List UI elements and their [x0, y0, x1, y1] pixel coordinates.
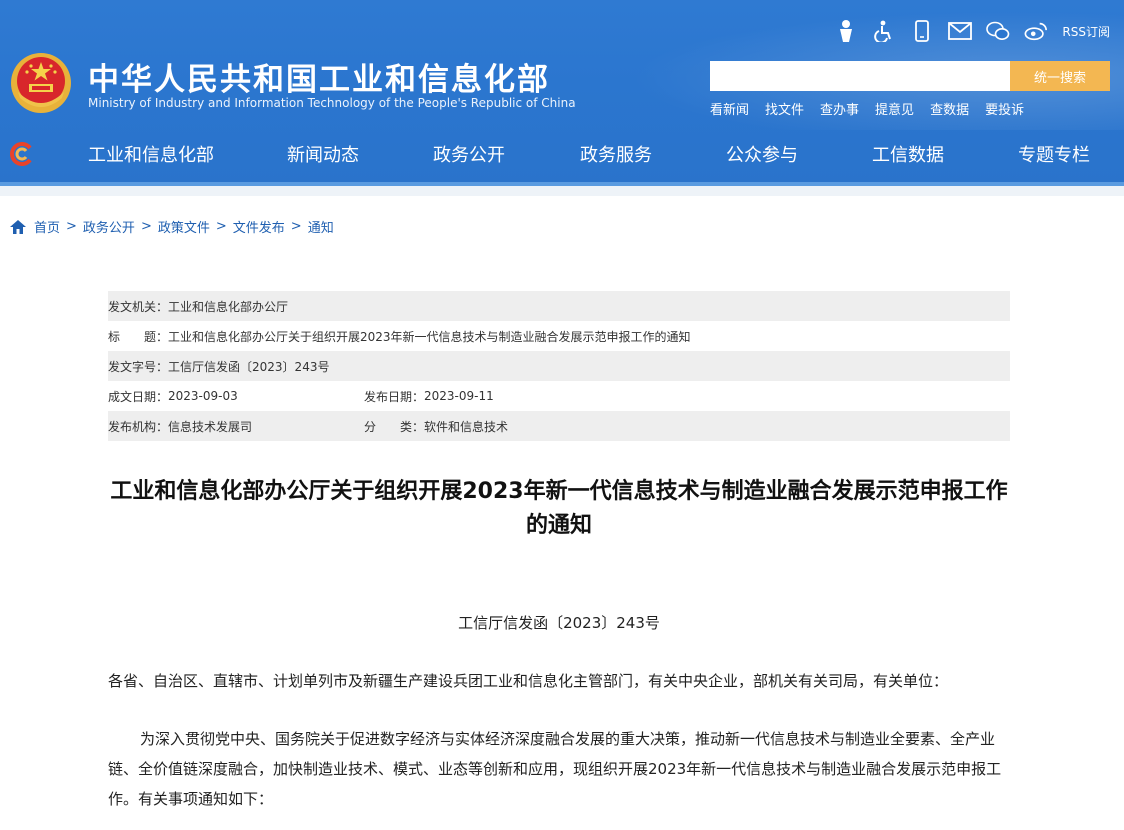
- breadcrumb-notice[interactable]: 通知: [308, 217, 334, 236]
- title-label: 标 题：: [108, 329, 169, 344]
- breadcrumb-separator: >: [290, 219, 302, 234]
- nav-item-gov-services[interactable]: 政务服务: [580, 141, 652, 167]
- pubdate-cell: 发布日期： 2023-09-11: [364, 388, 494, 405]
- nav-item-special[interactable]: 专题专栏: [1018, 141, 1090, 167]
- search-input[interactable]: [710, 61, 1010, 91]
- org-label: 发布机构：: [108, 419, 169, 434]
- docno-value: 工信厅信发函〔2023〕243号: [168, 359, 330, 374]
- main-nav: 工业和信息化部 新闻动态 政务公开 政务服务 公众参与 工信数据 专题专栏: [0, 124, 1124, 182]
- org-cell: 发布机构： 信息技术发展司: [108, 418, 364, 435]
- search-button[interactable]: 统一搜索: [1010, 61, 1110, 91]
- article-title: 工业和信息化部办公厅关于组织开展2023年新一代信息技术与制造业融合发展示范申报…: [110, 479, 1008, 538]
- article-addressee: 各省、自治区、直辖市、计划单列市及新疆生产建设兵团工业和信息化主管部门，有关中央…: [108, 672, 949, 690]
- breadcrumb-policy[interactable]: 政策文件: [158, 217, 210, 236]
- docno-label: 发文字号：: [108, 359, 169, 374]
- breadcrumb-gov-affairs[interactable]: 政务公开: [83, 217, 135, 236]
- date-label: 成文日期：: [108, 389, 169, 404]
- category-cell: 分 类： 软件和信息技术: [364, 418, 508, 435]
- date-value: 2023-09-03: [168, 389, 238, 403]
- breadcrumb-home[interactable]: 首页: [34, 217, 60, 236]
- weibo-icon[interactable]: [1024, 18, 1048, 44]
- rss-link[interactable]: RSS订阅: [1062, 23, 1110, 40]
- mail-icon[interactable]: [948, 18, 973, 44]
- quick-link-services[interactable]: 查办事: [820, 99, 859, 118]
- info-row-issuer: 发文机关： 工业和信息化部办公厅: [108, 291, 1010, 321]
- nav-item-gov-affairs[interactable]: 政务公开: [433, 141, 505, 167]
- site-title: 中华人民共和国工业和信息化部: [88, 62, 550, 98]
- toolbar: RSS订阅: [834, 18, 1110, 44]
- elder-mode-icon[interactable]: [834, 18, 858, 44]
- wechat-icon[interactable]: [986, 18, 1010, 44]
- pubdate-value: 2023-09-11: [424, 389, 494, 403]
- site-subtitle: Ministry of Industry and Information Tec…: [88, 96, 576, 110]
- article-paragraph: 为深入贯彻党中央、国务院关于促进数字经济与实体经济深度融合发展的重大决策，推动新…: [108, 730, 1002, 808]
- info-row-docno: 发文字号： 工信厅信发函〔2023〕243号: [108, 351, 1010, 381]
- nav-item-ministry[interactable]: 工业和信息化部: [88, 141, 214, 167]
- nav-item-participation[interactable]: 公众参与: [726, 141, 798, 167]
- issuer-label: 发文机关：: [108, 299, 169, 314]
- site-header: 中华人民共和国工业和信息化部 Ministry of Industry and …: [0, 0, 1124, 186]
- info-row-title: 标 题： 工业和信息化部办公厅关于组织开展2023年新一代信息技术与制造业融合发…: [108, 321, 1010, 351]
- home-icon: [10, 219, 26, 234]
- date-cell: 成文日期： 2023-09-03: [108, 388, 364, 405]
- accessibility-icon[interactable]: [872, 18, 896, 44]
- breadcrumb-separator: >: [140, 219, 152, 234]
- org-value: 信息技术发展司: [168, 419, 253, 434]
- quick-links: 看新闻 找文件 查办事 提意见 查数据 要投诉: [710, 99, 1024, 118]
- quick-link-data[interactable]: 查数据: [930, 99, 969, 118]
- info-row-dates: 成文日期： 2023-09-03 发布日期： 2023-09-11: [108, 381, 1010, 411]
- issuer-value: 工业和信息化部办公厅: [168, 299, 289, 314]
- breadcrumb-publish[interactable]: 文件发布: [233, 217, 285, 236]
- breadcrumb: 首页 > 政务公开 > 政策文件 > 文件发布 > 通知: [10, 217, 334, 236]
- nav-item-data[interactable]: 工信数据: [872, 141, 944, 167]
- mobile-icon[interactable]: [910, 18, 934, 44]
- header-shadow-bar: [0, 186, 1124, 196]
- document-info-table: 发文机关： 工业和信息化部办公厅 标 题： 工业和信息化部办公厅关于组织开展20…: [108, 291, 1010, 441]
- title-value: 工业和信息化部办公厅关于组织开展2023年新一代信息技术与制造业融合发展示范申报…: [168, 329, 691, 344]
- category-label: 分 类：: [364, 419, 425, 434]
- quick-link-files[interactable]: 找文件: [765, 99, 804, 118]
- article-doc-number: 工信厅信发函〔2023〕243号: [458, 614, 660, 632]
- quick-link-news[interactable]: 看新闻: [710, 99, 749, 118]
- quick-link-complaint[interactable]: 要投诉: [985, 99, 1024, 118]
- national-emblem-icon: [11, 53, 71, 113]
- breadcrumb-separator: >: [215, 219, 227, 234]
- category-value: 软件和信息技术: [424, 419, 509, 434]
- ministry-logo-icon: [10, 142, 32, 166]
- breadcrumb-separator: >: [66, 219, 77, 234]
- nav-item-news[interactable]: 新闻动态: [287, 141, 359, 167]
- quick-link-suggest[interactable]: 提意见: [875, 99, 914, 118]
- info-row-org: 发布机构： 信息技术发展司 分 类： 软件和信息技术: [108, 411, 1010, 441]
- pubdate-label: 发布日期：: [364, 389, 425, 404]
